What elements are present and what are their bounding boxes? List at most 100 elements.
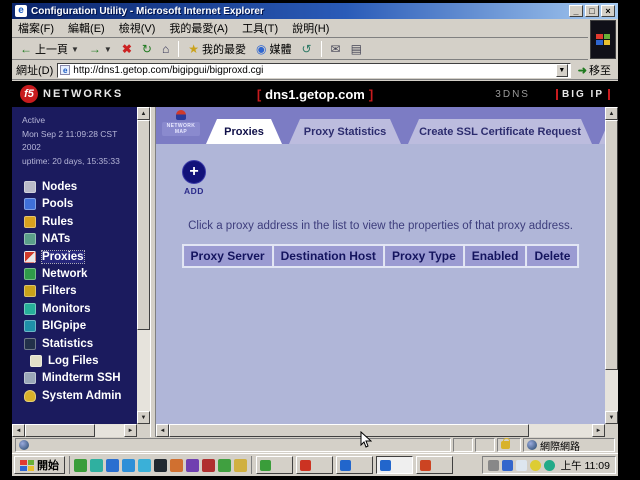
quick-launch-icon[interactable] xyxy=(202,459,215,472)
scrollbar-thumb[interactable] xyxy=(169,424,529,437)
main-horizontal-scrollbar[interactable]: ◄ ► xyxy=(156,424,605,437)
quick-launch-icon[interactable] xyxy=(122,459,135,472)
sidebar-item-monitors[interactable]: Monitors xyxy=(24,300,137,317)
task-button[interactable] xyxy=(256,456,293,474)
start-button[interactable]: 開始 xyxy=(14,456,65,474)
scrollbar-corner xyxy=(605,424,618,437)
mail-button[interactable]: ✉ xyxy=(327,42,345,56)
scrollbar-thumb[interactable] xyxy=(137,120,150,330)
sidebar-item-system-admin[interactable]: System Admin xyxy=(24,387,137,404)
back-button[interactable]: ← 上一頁 ▼ xyxy=(16,40,83,58)
go-button[interactable]: ➜ 移至 xyxy=(575,62,614,78)
home-button[interactable]: ⌂ xyxy=(158,42,173,56)
task-icon xyxy=(380,460,391,471)
print-icon: ▤ xyxy=(351,43,362,55)
proxies-content: + ADD Click a proxy address in the list … xyxy=(156,144,605,424)
media-label: 媒體 xyxy=(269,41,291,57)
sidebar-horizontal-scrollbar[interactable]: ◄ ► xyxy=(12,424,137,437)
windows-flag-icon xyxy=(596,34,610,45)
menu-file[interactable]: 檔案(F) xyxy=(18,20,54,36)
quick-launch-icon[interactable] xyxy=(170,459,183,472)
sidebar-item-mindterm-ssh[interactable]: Mindterm SSH xyxy=(24,370,137,387)
minimize-button[interactable]: _ xyxy=(569,5,583,17)
system-datetime: Mon Sep 2 11:09:28 CST 2002 xyxy=(22,128,137,155)
network-map-button[interactable]: NETWORK MAP xyxy=(162,110,200,141)
main-frame: NETWORK MAP Proxies Proxy Statistics Cre… xyxy=(156,107,605,424)
network-map-label: NETWORK MAP xyxy=(162,122,200,136)
link-3dns[interactable]: 3DNS xyxy=(495,89,530,100)
tray-icon[interactable] xyxy=(488,460,499,471)
quick-launch-icon[interactable] xyxy=(186,459,199,472)
sidebar-item-proxies[interactable]: Proxies xyxy=(24,248,137,265)
scroll-up-icon[interactable]: ▲ xyxy=(605,107,618,120)
sidebar-item-nodes[interactable]: Nodes xyxy=(24,178,137,195)
hostname: dns1.getop.com xyxy=(261,87,369,102)
quick-launch-icon[interactable] xyxy=(154,459,167,472)
tab-proxies[interactable]: Proxies xyxy=(206,119,282,144)
bigpipe-icon xyxy=(24,320,36,332)
close-button[interactable]: × xyxy=(601,5,615,17)
sidebar-vertical-scrollbar[interactable]: ▲ ▼ xyxy=(137,107,150,424)
main-vertical-scrollbar[interactable]: ▲ ▼ xyxy=(605,107,618,424)
sidebar-item-statistics[interactable]: Statistics xyxy=(24,335,137,352)
address-dropdown-icon[interactable]: ▼ xyxy=(556,64,568,77)
menu-edit[interactable]: 編輯(E) xyxy=(68,20,105,36)
tray-icon[interactable] xyxy=(516,460,527,471)
menu-help[interactable]: 說明(H) xyxy=(292,20,329,36)
task-button-active[interactable] xyxy=(376,456,413,474)
address-input[interactable] xyxy=(73,64,553,77)
quick-launch-icon[interactable] xyxy=(106,459,119,472)
tab-proxy-statistics[interactable]: Proxy Statistics xyxy=(289,119,401,144)
scroll-left-icon[interactable]: ◄ xyxy=(156,424,169,437)
tray-icon[interactable] xyxy=(502,460,513,471)
tab-strip: NETWORK MAP Proxies Proxy Statistics Cre… xyxy=(156,107,605,144)
sidebar-item-nats[interactable]: NATs xyxy=(24,231,137,248)
forward-button[interactable]: → ▼ xyxy=(85,42,116,56)
print-button[interactable]: ▤ xyxy=(347,42,366,56)
scroll-right-icon[interactable]: ► xyxy=(124,424,137,437)
col-proxy-type: Proxy Type xyxy=(384,245,464,267)
refresh-button[interactable]: ↻ xyxy=(138,42,156,56)
tab-create-ssl-certificate-request[interactable]: Create SSL Certificate Request xyxy=(408,119,592,144)
system-info: Active Mon Sep 2 11:09:28 CST 2002 uptim… xyxy=(12,107,137,168)
scrollbar-thumb[interactable] xyxy=(25,424,95,437)
sidebar-item-network[interactable]: Network xyxy=(24,265,137,282)
maximize-button[interactable]: □ xyxy=(585,5,599,17)
task-button[interactable] xyxy=(296,456,333,474)
tray-icon[interactable] xyxy=(530,460,541,471)
quick-launch-icon[interactable] xyxy=(74,459,87,472)
quick-launch-icon[interactable] xyxy=(138,459,151,472)
scroll-right-icon[interactable]: ► xyxy=(592,424,605,437)
scrollbar-thumb[interactable] xyxy=(605,120,618,370)
back-dropdown-icon[interactable]: ▼ xyxy=(71,45,79,54)
sidebar-item-log-files[interactable]: Log Files xyxy=(24,352,137,369)
task-button[interactable] xyxy=(416,456,453,474)
stop-button[interactable]: ✖ xyxy=(118,42,136,56)
scroll-up-icon[interactable]: ▲ xyxy=(137,107,150,120)
tray-icon[interactable] xyxy=(544,460,555,471)
menu-favorites[interactable]: 我的最愛(A) xyxy=(169,20,228,36)
sidebar-item-rules[interactable]: Rules xyxy=(24,213,137,230)
start-label: 開始 xyxy=(37,457,59,473)
forward-dropdown-icon[interactable]: ▼ xyxy=(104,45,112,54)
sidebar-item-pools[interactable]: Pools xyxy=(24,196,137,213)
add-proxy-button[interactable]: + ADD xyxy=(178,160,210,196)
quick-launch-icon[interactable] xyxy=(90,459,103,472)
quick-launch-icon[interactable] xyxy=(234,459,247,472)
menu-view[interactable]: 檢視(V) xyxy=(119,20,156,36)
favorites-button[interactable]: ★ 我的最愛 xyxy=(184,40,250,58)
quick-launch-icon[interactable] xyxy=(218,459,231,472)
task-icon xyxy=(420,460,431,471)
internet-zone: 網際網路 xyxy=(523,438,615,452)
scroll-left-icon[interactable]: ◄ xyxy=(12,424,25,437)
media-button[interactable]: ◉ 媒體 xyxy=(252,40,295,58)
go-icon: ➜ xyxy=(578,64,587,77)
task-button[interactable] xyxy=(336,456,373,474)
scroll-down-icon[interactable]: ▼ xyxy=(137,411,150,424)
sidebar-item-bigpipe[interactable]: BIGpipe xyxy=(24,318,137,335)
history-button[interactable]: ↺ xyxy=(297,42,315,56)
link-bigip[interactable]: BIG IP xyxy=(556,89,610,100)
sidebar-item-filters[interactable]: Filters xyxy=(24,283,137,300)
menu-tools[interactable]: 工具(T) xyxy=(242,20,278,36)
scroll-down-icon[interactable]: ▼ xyxy=(605,411,618,424)
